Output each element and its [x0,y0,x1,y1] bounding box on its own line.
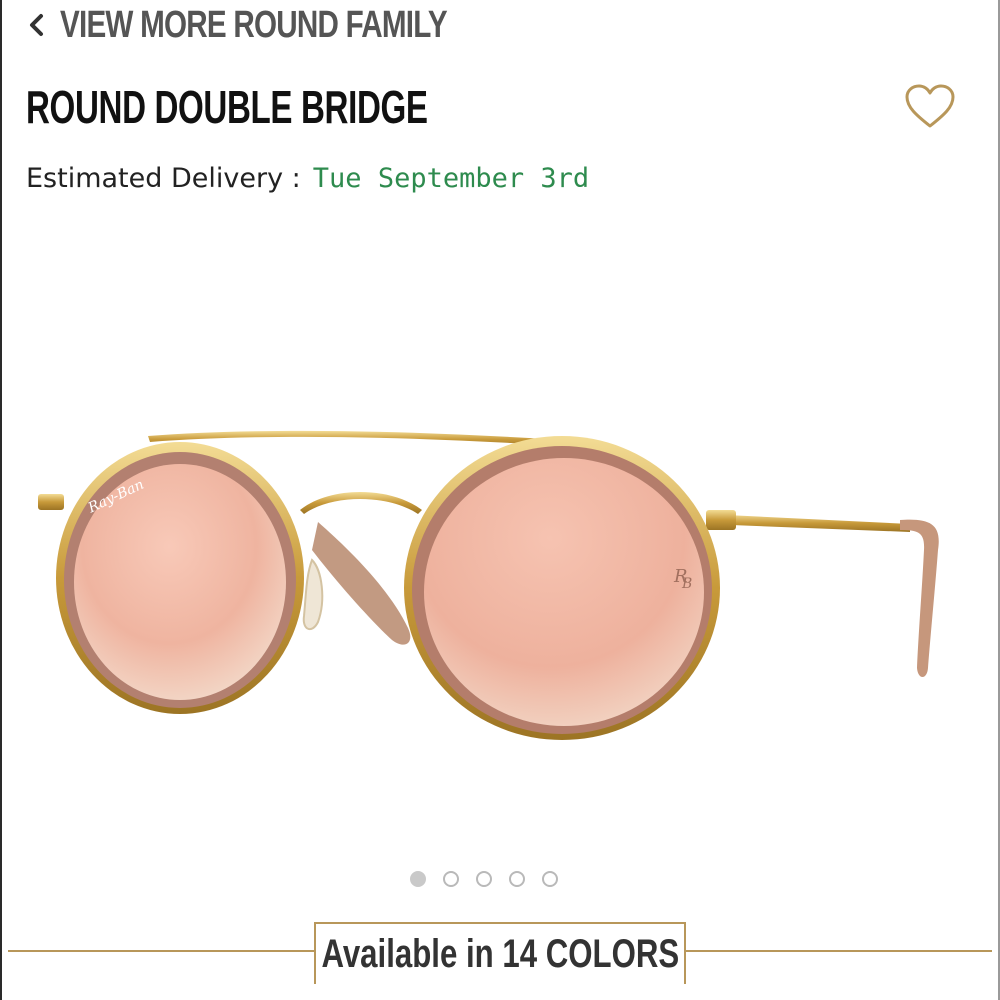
svg-text:B: B [681,576,692,592]
product-title: ROUND DOUBLE BRIDGE [26,81,428,133]
available-colors-button[interactable]: Available in 14 COLORS [314,922,686,984]
chevron-left-icon [30,14,43,36]
available-colors-label: Available in 14 COLORS [321,931,679,976]
estimated-delivery: Estimated Delivery : Tue September 3rd [26,162,589,195]
delivery-label: Estimated Delivery : [26,163,301,194]
carousel-dot-2[interactable] [443,871,459,887]
product-image[interactable]: Ray-Ban R B [30,400,960,760]
left-border [0,0,2,1000]
divider-left [8,950,314,952]
heart-icon[interactable] [904,84,956,130]
carousel-dot-1[interactable] [410,871,426,887]
carousel-dot-3[interactable] [476,871,492,887]
divider-right [686,950,992,952]
delivery-date: Tue September 3rd [312,163,590,194]
carousel-dot-5[interactable] [542,871,558,887]
carousel-dot-4[interactable] [509,871,525,887]
back-link-label: VIEW MORE ROUND FAMILY [60,3,448,46]
carousel-dots [410,871,558,887]
back-link[interactable]: VIEW MORE ROUND FAMILY [26,2,556,48]
